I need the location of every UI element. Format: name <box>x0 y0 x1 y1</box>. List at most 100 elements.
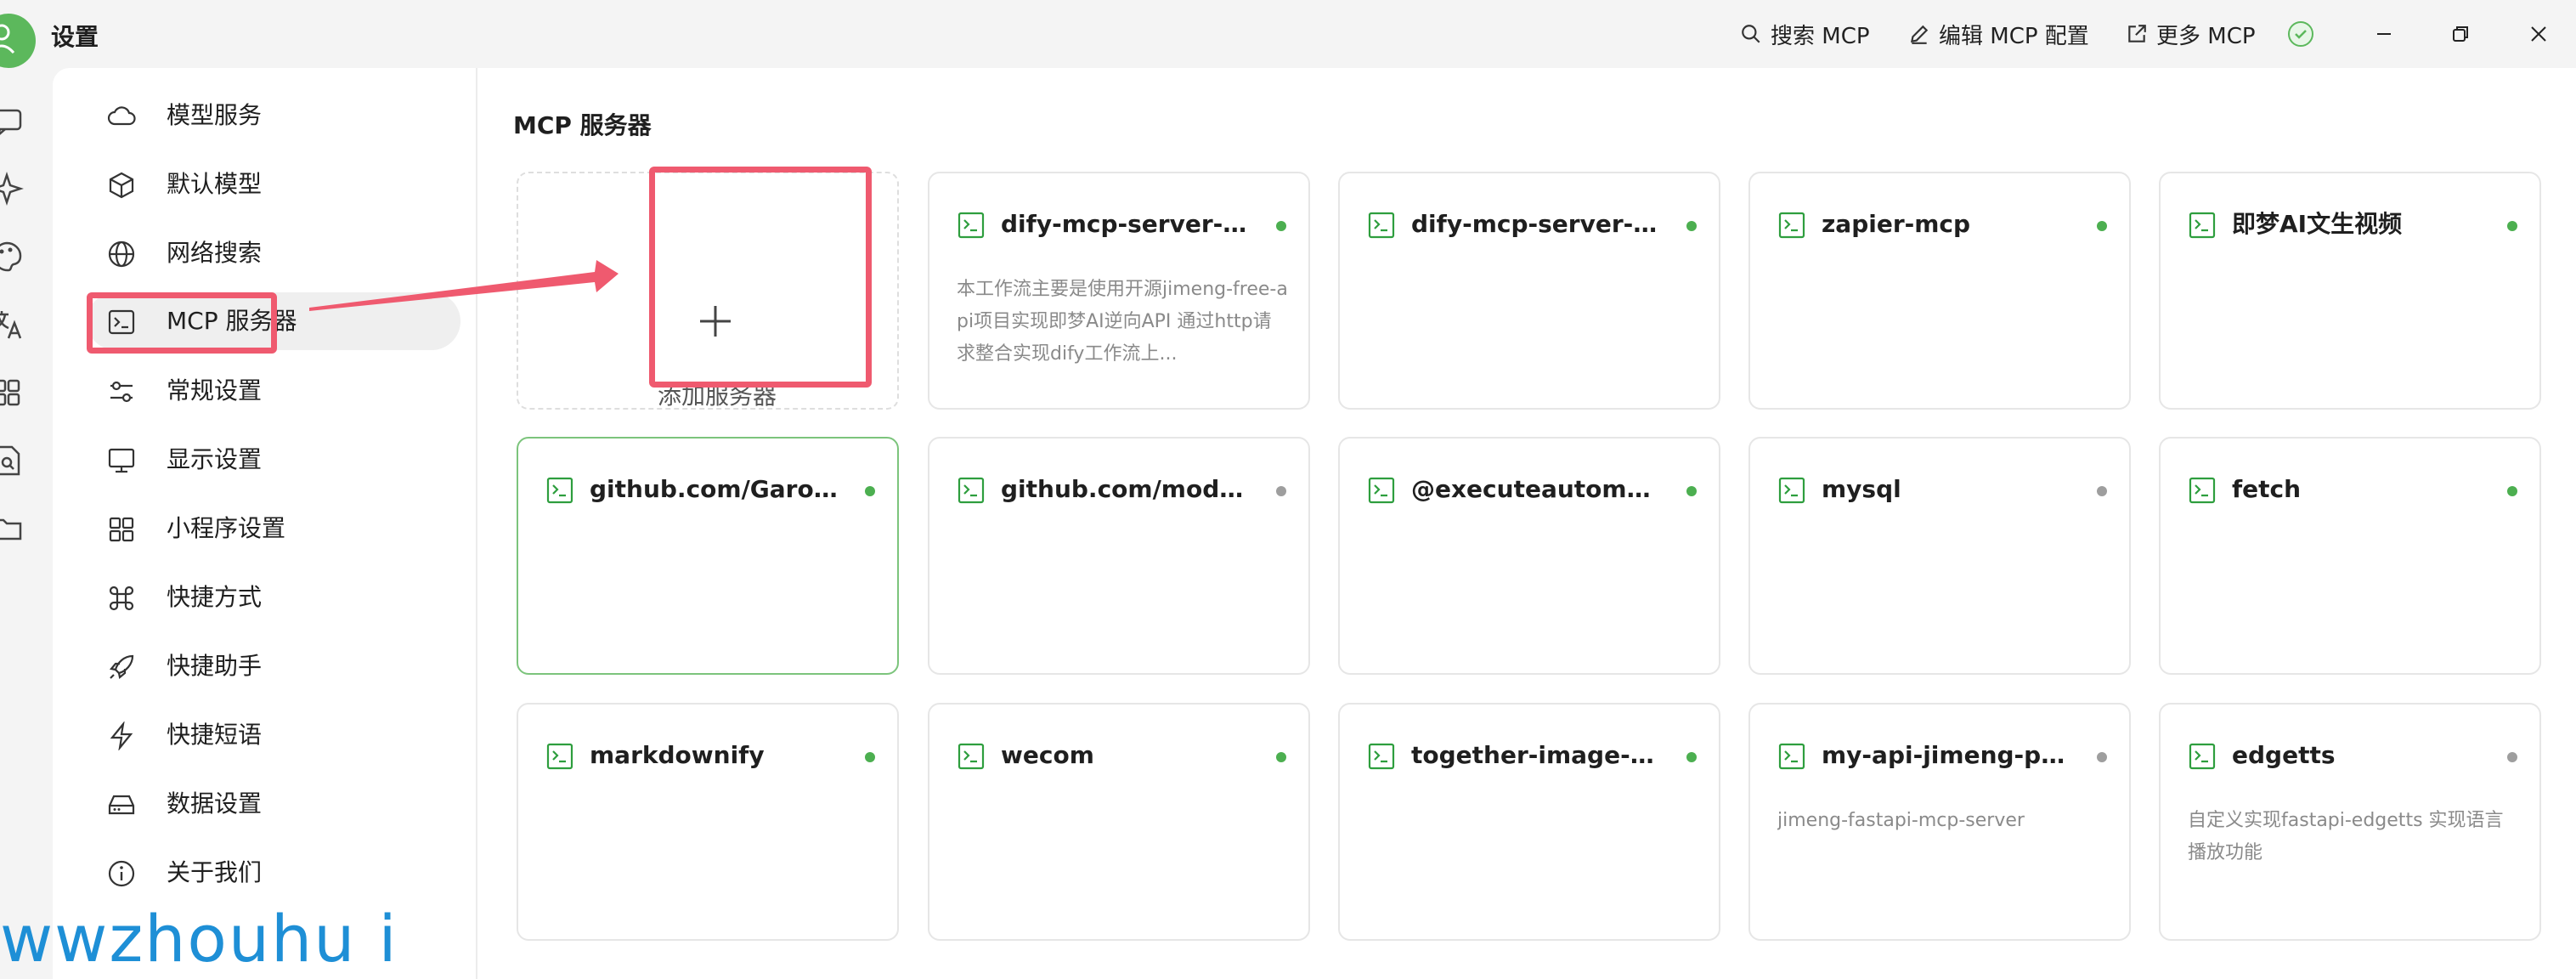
minimize-icon <box>2377 33 2391 35</box>
sidebar-item-web-search[interactable]: 网络搜索 <box>87 224 460 282</box>
server-card[interactable]: wecom <box>928 703 1310 941</box>
sliders-icon <box>110 381 133 403</box>
server-card[interactable]: zapier-mcp <box>1748 172 2131 410</box>
server-name: markdownify <box>590 741 765 769</box>
terminal-icon <box>1368 743 1395 770</box>
status-dot <box>2507 486 2517 496</box>
search-mcp-button[interactable]: 搜索 MCP <box>1740 19 1870 49</box>
server-card[interactable]: markdownify <box>517 703 899 941</box>
terminal-icon <box>958 212 985 239</box>
window-title: 设置 <box>51 23 99 51</box>
sidebar-item-label: 常规设置 <box>167 376 263 405</box>
sparkle-icon[interactable] <box>0 172 24 206</box>
server-card[interactable]: 即梦AI文生视频 <box>2159 172 2541 410</box>
server-name: 即梦AI文生视频 <box>2232 210 2403 238</box>
server-name: fetch <box>2232 475 2302 503</box>
sidebar-item-model-service[interactable]: 模型服务 <box>87 87 460 144</box>
edit-icon <box>1910 25 1929 44</box>
server-name: my-api-jimeng-proxy <box>1822 741 2076 769</box>
sidebar-item-general-settings[interactable]: 常规设置 <box>87 362 460 420</box>
status-dot <box>2507 752 2517 762</box>
status-indicator[interactable] <box>2284 17 2318 51</box>
settings-panel: 模型服务 默认模型 网络搜索 MCP 服务器 常规设置 显示设置 小程序设置 快… <box>53 68 2576 979</box>
translate-icon[interactable] <box>0 308 24 342</box>
sidebar-item-quick-phrases[interactable]: 快捷短语 <box>87 706 460 764</box>
restore-icon <box>2453 26 2468 42</box>
status-dot <box>1276 486 1286 496</box>
sidebar-item-shortcuts[interactable]: 快捷方式 <box>87 569 460 626</box>
sidebar-item-about[interactable]: 关于我们 <box>87 844 460 902</box>
close-button[interactable] <box>2522 17 2556 51</box>
left-rail <box>0 68 53 979</box>
globe-icon <box>108 241 135 268</box>
sidebar-item-data-settings[interactable]: 数据设置 <box>87 775 460 833</box>
rocket-icon <box>109 654 134 680</box>
more-mcp-button[interactable]: 更多 MCP <box>2126 19 2256 49</box>
sidebar-item-quick-assistant[interactable]: 快捷助手 <box>87 637 460 695</box>
edit-mcp-config-button[interactable]: 编辑 MCP 配置 <box>1908 19 2089 49</box>
status-dot <box>2507 221 2517 231</box>
folder-icon[interactable] <box>0 512 24 546</box>
close-icon <box>2531 26 2546 42</box>
apps-icon[interactable] <box>0 376 24 410</box>
server-card[interactable]: dify-mcp-server-即梦... 本工作流主要是使用开源jimeng-f… <box>928 172 1310 410</box>
server-card[interactable]: github.com/Garoth/sl... <box>517 437 899 675</box>
palette-icon[interactable] <box>0 240 24 274</box>
mcp-content: MCP 服务器 添加服务器 dify-mcp-server-即梦...本工作流主… <box>477 68 2576 979</box>
status-dot <box>865 486 875 496</box>
server-card[interactable]: dify-mcp-server-儿童... <box>1338 172 1720 410</box>
server-card[interactable]: edgetts 自定义实现fastapi-edgetts 实现语言播放功能 <box>2159 703 2541 941</box>
command-icon <box>109 586 134 611</box>
server-name: github.com/modelco... <box>1001 475 1256 503</box>
title-bar: 设置 搜索 MCP 编辑 MCP 配置 更多 MCP <box>0 0 2576 68</box>
status-dot <box>2097 752 2107 762</box>
server-name: wecom <box>1001 741 1094 769</box>
sidebar-item-label: 模型服务 <box>167 101 263 129</box>
settings-sidebar: 模型服务 默认模型 网络搜索 MCP 服务器 常规设置 显示设置 小程序设置 快… <box>53 68 477 979</box>
info-icon <box>108 860 135 887</box>
server-name: edgetts <box>2232 741 2336 769</box>
minimize-button[interactable] <box>2367 17 2401 51</box>
zap-icon <box>110 722 133 750</box>
status-dot <box>1276 221 1286 231</box>
server-description: 自定义实现fastapi-edgetts 实现语言播放功能 <box>2188 810 2504 863</box>
page-title: MCP 服务器 <box>513 111 652 139</box>
server-card[interactable]: @executeautomation... <box>1338 437 1720 675</box>
terminal-icon <box>1368 212 1395 239</box>
search-mcp-label: 搜索 MCP <box>1771 23 1870 49</box>
grid-icon <box>109 517 134 542</box>
server-card[interactable]: together-image-gen <box>1338 703 1720 941</box>
more-mcp-label: 更多 MCP <box>2156 23 2256 49</box>
server-card[interactable]: my-api-jimeng-proxy jimeng-fastapi-mcp-se… <box>1748 703 2131 941</box>
terminal-icon <box>958 743 985 770</box>
sidebar-item-label: 网络搜索 <box>167 239 263 267</box>
terminal-icon <box>546 477 573 504</box>
sidebar-item-label: 关于我们 <box>167 858 263 886</box>
terminal-icon <box>1778 477 1805 504</box>
sidebar-highlight-box <box>87 292 277 354</box>
sidebar-item-miniapp-settings[interactable]: 小程序设置 <box>87 500 460 557</box>
add-server-highlight-box <box>649 167 872 388</box>
server-card[interactable]: fetch <box>2159 437 2541 675</box>
file-search-icon[interactable] <box>0 444 24 478</box>
server-description: 本工作流主要是使用开源jimeng-free-api项目实现即梦AI逆向API … <box>957 279 1288 365</box>
server-card[interactable]: github.com/modelco... <box>928 437 1310 675</box>
sidebar-item-label: 快捷助手 <box>167 652 263 680</box>
watermark: wwzhouhu i <box>0 901 398 976</box>
edit-mcp-config-label: 编辑 MCP 配置 <box>1939 23 2089 49</box>
sidebar-item-label: 快捷方式 <box>167 583 263 611</box>
server-card[interactable]: mysql <box>1748 437 2131 675</box>
terminal-icon <box>1778 212 1805 239</box>
status-dot <box>865 752 875 762</box>
server-name: dify-mcp-server-儿童... <box>1411 210 1666 238</box>
user-avatar[interactable] <box>0 14 36 68</box>
sidebar-item-default-model[interactable]: 默认模型 <box>87 156 460 213</box>
restore-button[interactable] <box>2443 17 2477 51</box>
server-name: together-image-gen <box>1411 741 1666 769</box>
cloud-icon <box>107 106 136 126</box>
sidebar-item-display-settings[interactable]: 显示设置 <box>87 431 460 489</box>
chat-icon[interactable] <box>0 104 24 138</box>
server-name: zapier-mcp <box>1822 210 1971 238</box>
status-dot <box>2097 486 2107 496</box>
sidebar-item-label: 小程序设置 <box>167 514 286 542</box>
